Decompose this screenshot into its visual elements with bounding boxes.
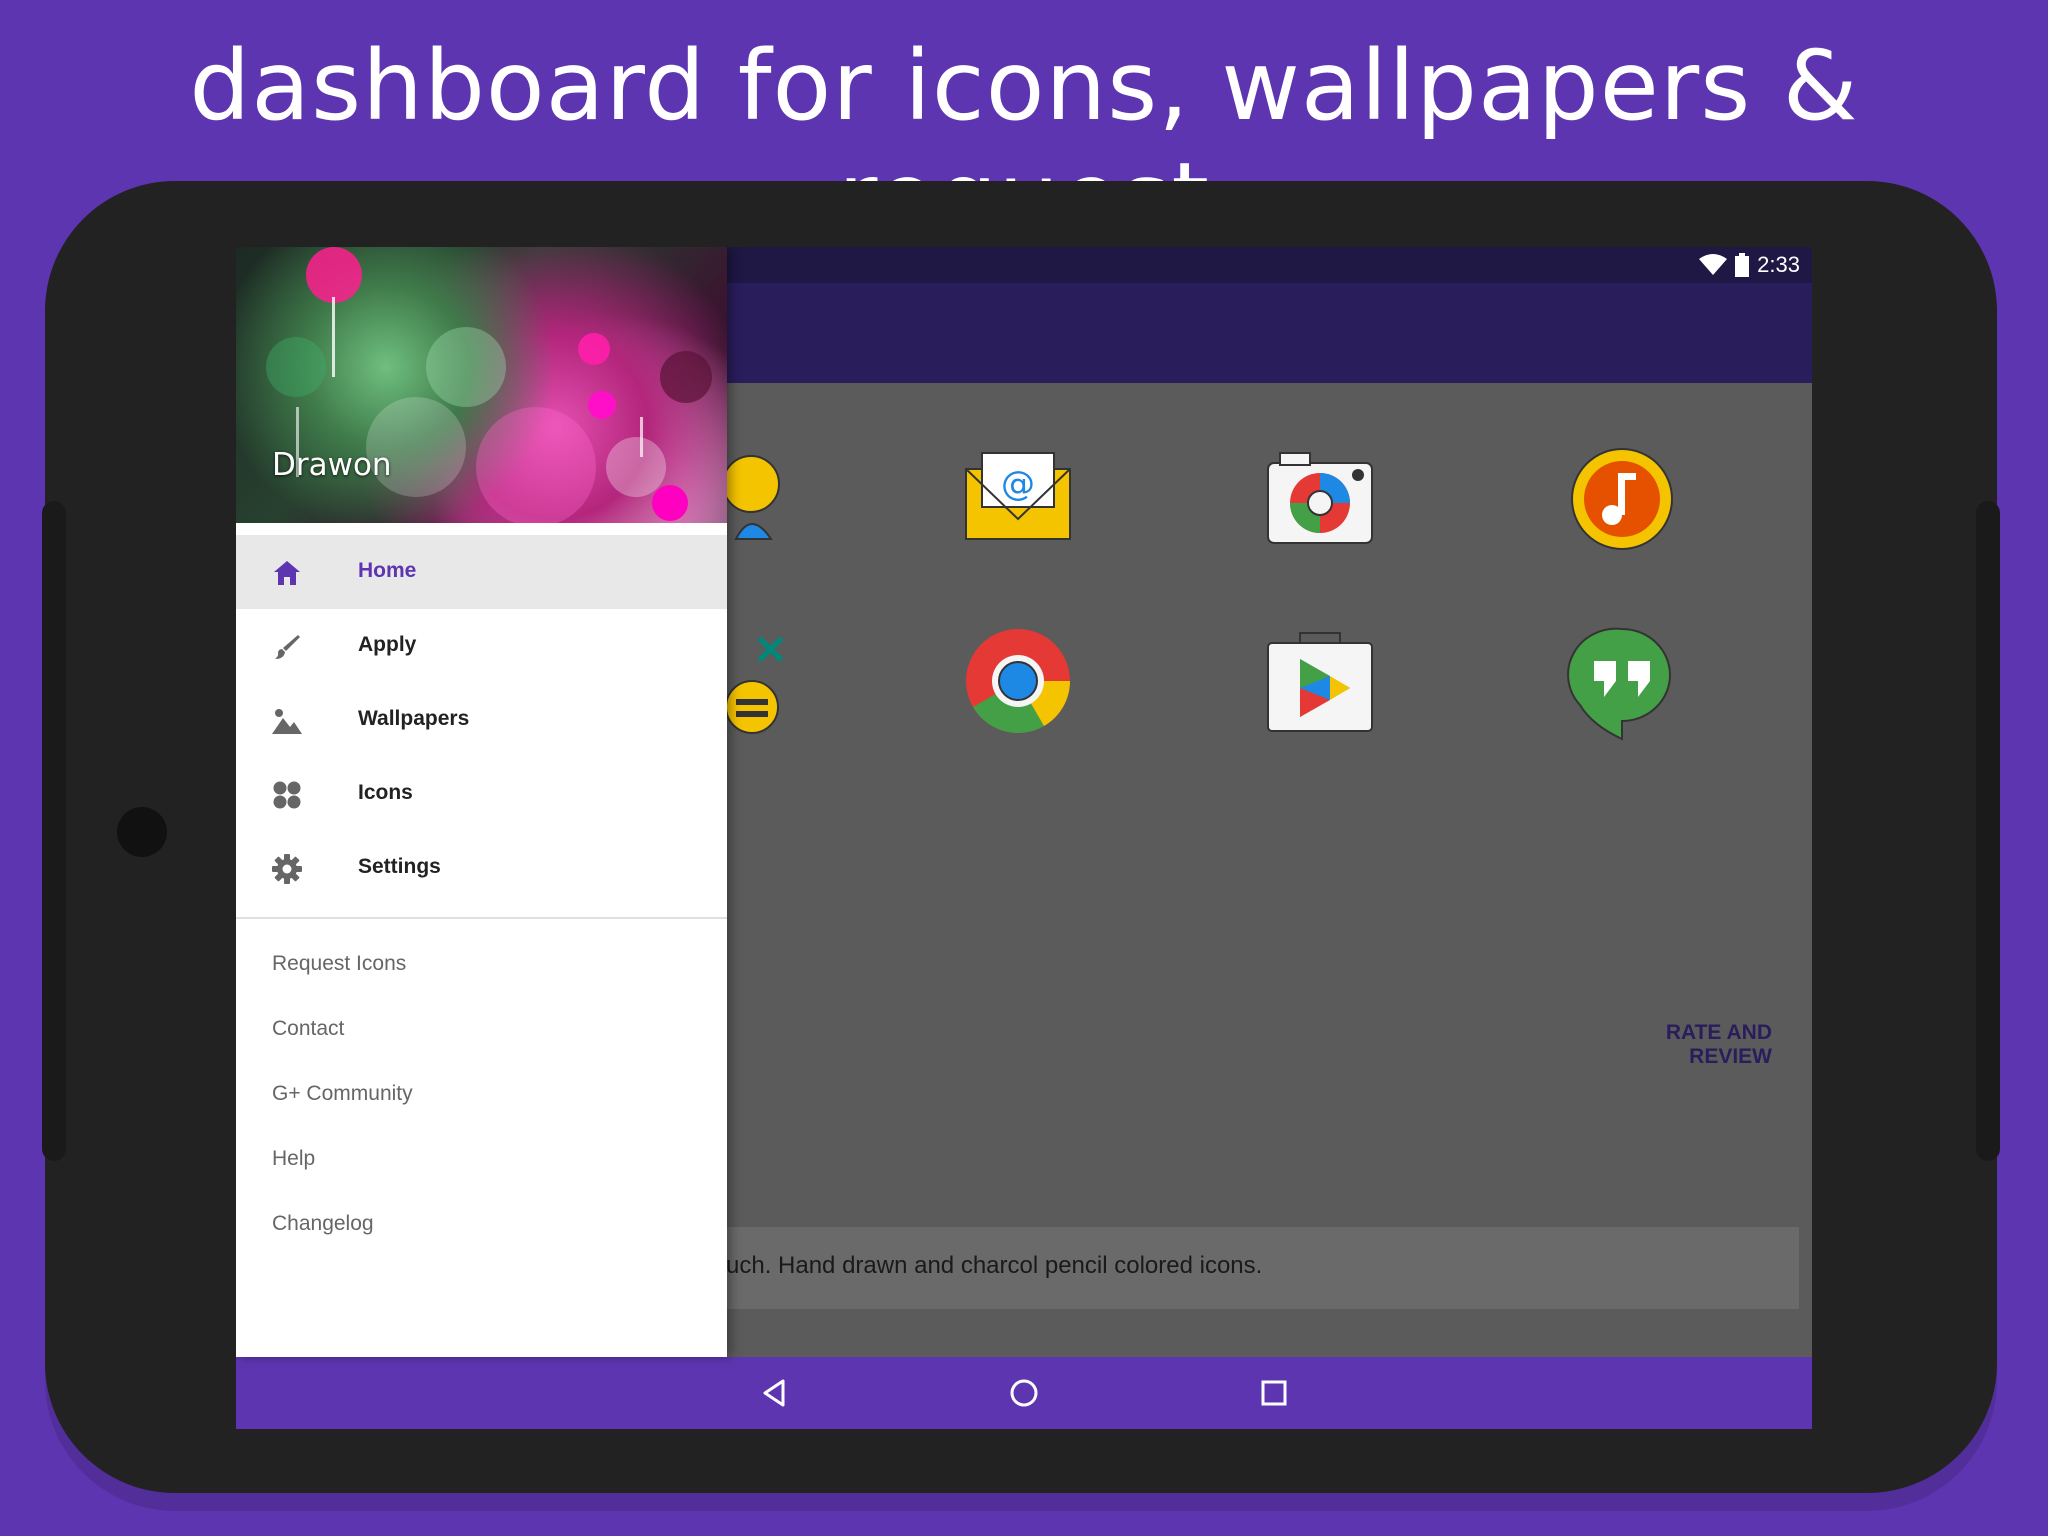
drawer-item-help[interactable]: Help (272, 1147, 315, 1171)
tablet-side-left (42, 501, 66, 1161)
drawer-item-icons[interactable]: Icons (236, 757, 727, 831)
camera-icon[interactable] (1260, 439, 1380, 559)
recents-icon[interactable] (1258, 1377, 1290, 1409)
front-camera (117, 807, 167, 857)
status-time: 2:33 (1757, 252, 1800, 277)
app-name: Drawon (272, 447, 392, 483)
drawer-item-g-community[interactable]: G+ Community (272, 1082, 413, 1106)
drawer-item-label: Apply (358, 633, 417, 656)
navigation-bar (236, 1357, 1812, 1429)
svg-text:@: @ (1001, 464, 1035, 504)
play-store-icon[interactable] (1260, 621, 1380, 741)
battery-icon (1735, 253, 1750, 277)
back-icon[interactable] (759, 1377, 791, 1409)
grid-icon (273, 781, 301, 809)
drawer-item-changelog[interactable]: Changelog (272, 1212, 374, 1236)
drawer-divider (236, 917, 727, 919)
description-text: uch. Hand drawn and charcol pencil color… (726, 1252, 1263, 1279)
contacts-icon[interactable] (716, 439, 836, 559)
drawer-item-wallpapers[interactable]: Wallpapers (236, 683, 727, 757)
image-icon (272, 709, 302, 734)
drawer-item-contact[interactable]: Contact (272, 1017, 344, 1041)
wifi-icon (1699, 254, 1728, 275)
drawer-item-label: Wallpapers (358, 707, 470, 730)
drawer-item-settings[interactable]: Settings (236, 831, 727, 905)
drawer-item-label: Settings (358, 855, 441, 878)
hangouts-icon[interactable] (1562, 621, 1682, 741)
drawer-header: Drawon (236, 247, 727, 523)
music-icon[interactable] (1562, 439, 1682, 559)
gear-icon (272, 854, 302, 884)
navigation-drawer: Drawon Home Apply Wallpapers Icons Setti… (236, 247, 727, 1357)
email-icon[interactable]: @ (958, 439, 1078, 559)
drawer-item-label: Icons (358, 781, 413, 804)
home-icon (274, 561, 300, 585)
rate-and-review-button[interactable]: RATE AND REVIEW (1582, 1021, 1772, 1069)
home-nav-icon[interactable] (1008, 1377, 1040, 1409)
brush-icon (275, 635, 300, 659)
drawer-item-label: Home (358, 559, 417, 582)
device-screen: 2:33 @ × RATE AND REVIEW uch. Hand drawn… (236, 247, 1812, 1429)
chrome-icon[interactable] (958, 621, 1078, 741)
drawer-item-home[interactable]: Home (236, 535, 727, 609)
tablet-side-right (1976, 501, 2000, 1161)
drawer-item-apply[interactable]: Apply (236, 609, 727, 683)
svg-text:×: × (752, 623, 789, 674)
drawer-item-request-icons[interactable]: Request Icons (272, 952, 406, 976)
calculator-icon[interactable]: × (716, 621, 836, 741)
